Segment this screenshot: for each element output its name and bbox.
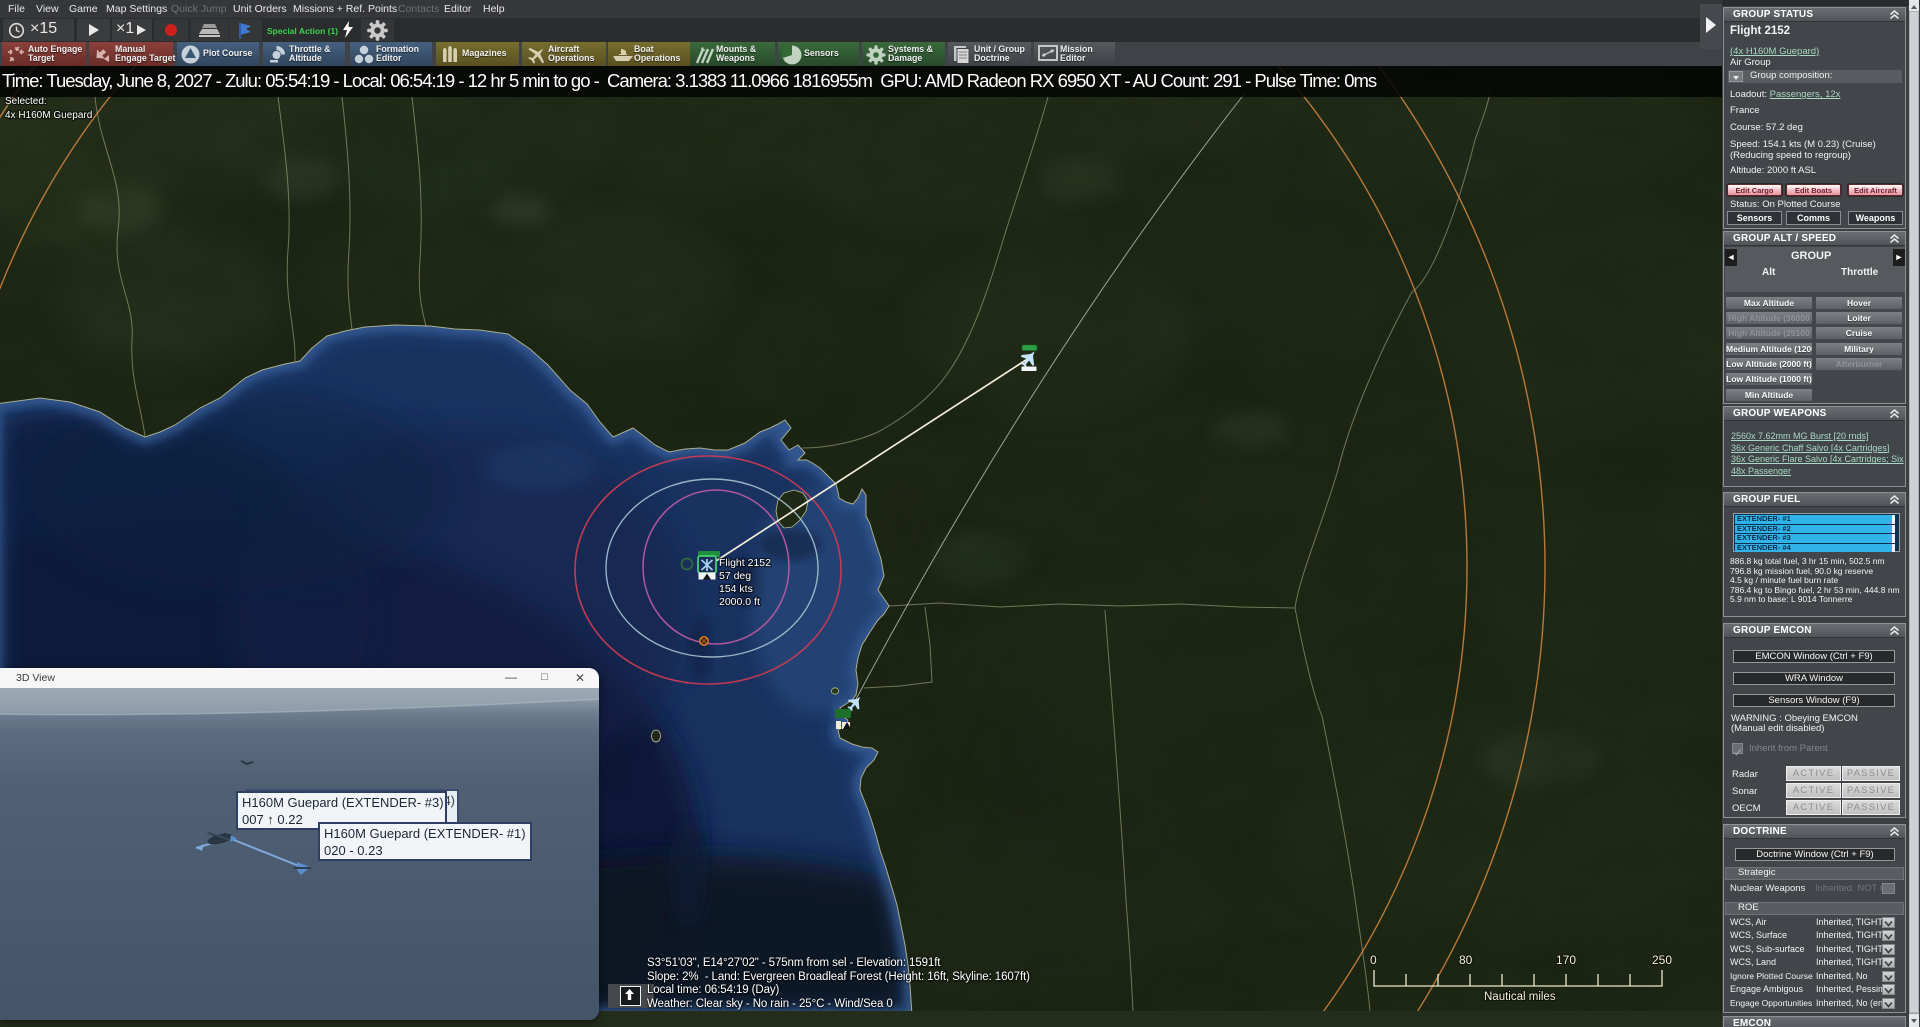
svg-text:57 deg: 57 deg — [719, 570, 751, 582]
svg-text:4x H160M Guepard: 4x H160M Guepard — [5, 110, 92, 121]
svg-text:80: 80 — [1459, 953, 1473, 967]
svg-text:250: 250 — [1652, 953, 1672, 967]
svg-text:Flight 2152: Flight 2152 — [719, 557, 771, 569]
svg-text:Selected:: Selected: — [5, 96, 47, 107]
svg-text:170: 170 — [1556, 953, 1576, 967]
svg-text:2000.0 ft: 2000.0 ft — [719, 596, 760, 608]
svg-text:0: 0 — [1370, 953, 1377, 967]
svg-text:154 kts: 154 kts — [719, 583, 753, 595]
svg-text:Nautical miles: Nautical miles — [1484, 991, 1556, 1003]
